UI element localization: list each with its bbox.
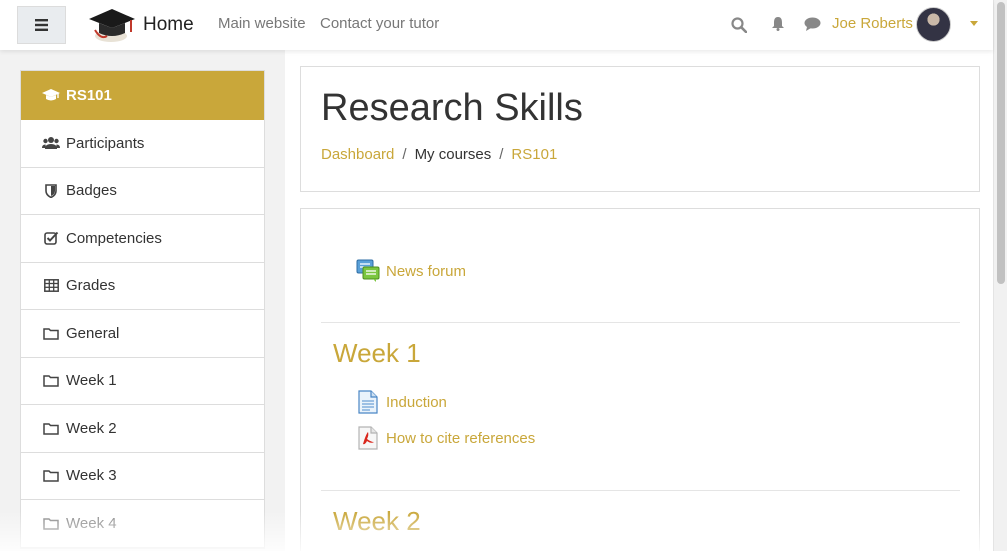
- sidebar-item-competencies[interactable]: Competencies: [21, 215, 264, 263]
- graduation-cap-logo-icon: [89, 9, 135, 42]
- search-icon[interactable]: [731, 17, 747, 33]
- folder-icon: [42, 468, 60, 484]
- document-icon: [358, 390, 378, 414]
- folder-icon: [42, 420, 60, 436]
- user-avatar[interactable]: [916, 7, 951, 42]
- breadcrumb: Dashboard / My courses / RS101: [321, 146, 557, 163]
- scrollbar-thumb[interactable]: [997, 2, 1005, 284]
- sidebar-item-rs101[interactable]: RS101: [21, 71, 264, 120]
- folder-icon: [42, 515, 60, 531]
- sidebar-item-week-1[interactable]: Week 1: [21, 358, 264, 405]
- sidebar-item-week-3[interactable]: Week 3: [21, 453, 264, 500]
- sidebar-item-label: Competencies: [66, 229, 162, 247]
- sidebar-item-label: Participants: [66, 134, 145, 152]
- sidebar-item-label: RS101: [66, 86, 112, 104]
- activity-label: How to cite references: [386, 429, 536, 447]
- pdf-icon: [358, 426, 378, 450]
- sidebar-item-label: General: [66, 324, 120, 342]
- forum-icon: [356, 259, 380, 282]
- top-navbar: Home Main website Contact your tutor Joe…: [0, 0, 993, 50]
- shield-icon: [42, 183, 60, 199]
- sidebar-item-label: Week 3: [66, 467, 117, 485]
- graduation-cap-icon: [42, 87, 60, 103]
- sidebar-item-badges[interactable]: Badges: [21, 168, 264, 215]
- folder-icon: [42, 325, 60, 341]
- induction-activity[interactable]: Induction: [356, 390, 447, 414]
- sidebar-item-week-4[interactable]: Week 4: [21, 500, 264, 548]
- hamburger-icon: [35, 19, 48, 31]
- news-forum-activity[interactable]: News forum: [356, 259, 466, 283]
- bell-icon[interactable]: [771, 16, 785, 31]
- sidebar-item-general[interactable]: General: [21, 310, 264, 358]
- checkbox-icon: [42, 230, 60, 246]
- sidebar-item-week-2[interactable]: Week 2: [21, 405, 264, 453]
- sidebar-item-participants[interactable]: Participants: [21, 120, 264, 168]
- nav-drawer: RS101 Participants Badges Competencies G…: [0, 50, 285, 551]
- breadcrumb-separator: /: [499, 146, 504, 163]
- main-website-link[interactable]: Main website: [218, 15, 306, 32]
- main-content: Research Skills Dashboard / My courses /…: [285, 50, 993, 551]
- page-title: Research Skills: [321, 87, 583, 129]
- chat-bubble-icon[interactable]: [804, 17, 821, 31]
- cite-references-activity[interactable]: How to cite references: [356, 426, 535, 450]
- breadcrumb-my-courses: My courses: [414, 146, 492, 163]
- section-divider: [321, 322, 960, 323]
- activity-label: News forum: [386, 262, 467, 280]
- folder-icon: [42, 373, 60, 389]
- brand-text: Home: [143, 14, 194, 35]
- sidebar-item-label: Week 4: [66, 514, 117, 532]
- page-header: Research Skills Dashboard / My courses /…: [300, 66, 980, 192]
- section-title-week-2[interactable]: Week 2: [333, 506, 421, 537]
- user-menu-caret-icon[interactable]: [970, 21, 978, 26]
- brand-home-link[interactable]: Home: [87, 6, 194, 44]
- activity-label: Induction: [386, 393, 447, 411]
- sidebar-item-label: Week 2: [66, 419, 117, 437]
- breadcrumb-rs101[interactable]: RS101: [511, 146, 557, 163]
- user-name-link[interactable]: Joe Roberts: [832, 15, 913, 32]
- section-title-week-1[interactable]: Week 1: [333, 338, 421, 369]
- contact-tutor-link[interactable]: Contact your tutor: [320, 15, 439, 32]
- course-content: News forum Week 1 Induction How to cite …: [300, 208, 980, 551]
- breadcrumb-dashboard[interactable]: Dashboard: [321, 146, 394, 163]
- breadcrumb-separator: /: [402, 146, 407, 163]
- sidebar-item-label: Badges: [66, 182, 117, 200]
- sidebar-item-label: Week 1: [66, 372, 117, 390]
- table-icon: [42, 278, 60, 294]
- sidebar-item-grades[interactable]: Grades: [21, 263, 264, 310]
- course-nav-list: RS101 Participants Badges Competencies G…: [20, 70, 265, 549]
- section-divider: [321, 490, 960, 491]
- users-icon: [42, 135, 60, 151]
- menu-toggle-button[interactable]: [17, 6, 66, 44]
- page-scrollbar[interactable]: [993, 0, 1007, 551]
- sidebar-item-label: Grades: [66, 277, 116, 295]
